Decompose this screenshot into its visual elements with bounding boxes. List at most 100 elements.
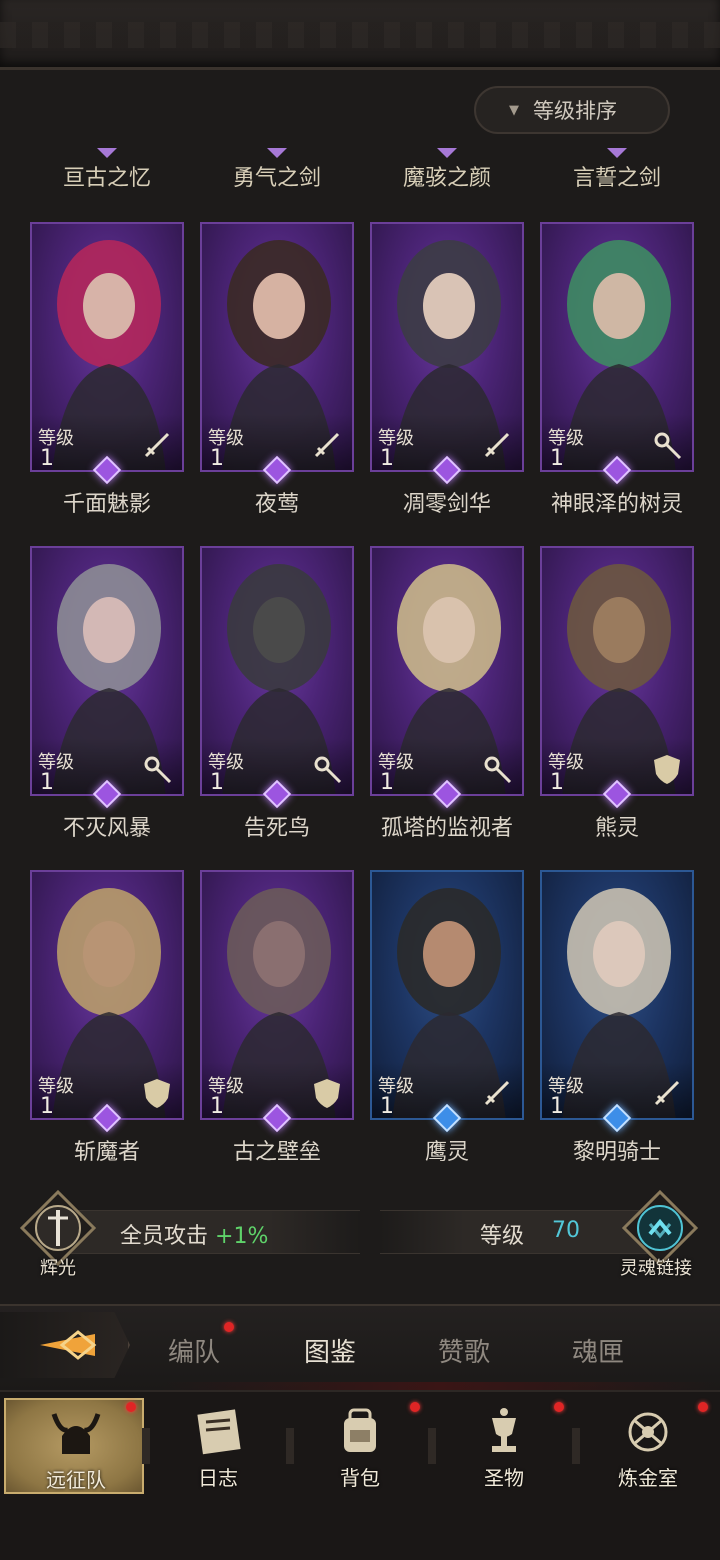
hero-card[interactable]: 等级 1	[30, 870, 184, 1133]
sort-by-level-button[interactable]: ▼ 等级排序	[474, 86, 670, 134]
nav-relics[interactable]: 圣物	[434, 1398, 574, 1494]
shield-icon	[650, 752, 684, 786]
hero-card-frame: 等级 1	[370, 870, 524, 1120]
hero-card-frame: 等级 1	[540, 870, 694, 1120]
hero-card-frame: 等级 1	[30, 546, 184, 796]
top-ornate-border	[0, 0, 720, 70]
expedition-badge	[126, 1402, 136, 1412]
hero-card-frame: 等级 1	[30, 222, 184, 472]
radiance-emblem-label: 辉光	[40, 1258, 76, 1279]
hero-card-frame: 等级 1	[370, 222, 524, 472]
hero-level-value: 1	[210, 446, 224, 471]
triangle-down-icon: ▼	[509, 102, 519, 118]
backpack-icon	[344, 1408, 376, 1452]
hero-name: 告死鸟	[243, 816, 310, 841]
hero-level-value: 1	[550, 446, 564, 471]
nav-journal-label: 日志	[198, 1466, 238, 1490]
tab-hymn[interactable]: 赞歌	[438, 1332, 490, 1369]
hero-card[interactable]: 等级 1	[370, 222, 524, 485]
staff-icon	[140, 752, 174, 786]
hero-card[interactable]: 等级 1	[540, 222, 694, 485]
hero-card[interactable]: 等级 1	[200, 222, 354, 485]
staff-icon	[650, 428, 684, 462]
sword-icon	[480, 428, 514, 462]
hero-level-value: 1	[40, 1094, 54, 1119]
soul-link-emblem-label: 灵魂链接	[620, 1258, 692, 1279]
group-label-2: 勇气之剑	[192, 160, 362, 192]
hero-name: 不灭风暴	[62, 816, 151, 841]
hero-level-value: 1	[40, 770, 54, 795]
attack-text: 全员攻击	[120, 1224, 209, 1249]
hero-card[interactable]: 等级 1	[370, 546, 524, 809]
hero-level-value: 1	[210, 770, 224, 795]
team-bonus-bar: 辉光 全员攻击 +1% 等级 70 灵魂链接	[0, 1189, 720, 1286]
group-label-3: 魔骇之颜	[362, 160, 532, 192]
sword-icon	[650, 1076, 684, 1110]
hero-card-frame: 等级 1	[30, 870, 184, 1120]
hero-name: 千面魅影	[62, 492, 151, 517]
formation-badge	[224, 1322, 234, 1332]
shield-icon	[310, 1076, 344, 1110]
hero-level-value: 1	[550, 1094, 564, 1119]
hero-level-value: 1	[380, 770, 394, 795]
sword-icon	[140, 428, 174, 462]
nav-expedition-label: 远征队	[46, 1468, 106, 1492]
all-attack-bonus: 全员攻击 +1%	[120, 1218, 268, 1250]
attack-value: +1%	[215, 1224, 269, 1249]
tab-formation[interactable]: 编队	[168, 1332, 220, 1369]
hero-card-frame: 等级 1	[540, 222, 694, 472]
nav-alchemy-room[interactable]: 炼金室	[578, 1398, 718, 1494]
hero-card[interactable]: 等级 1	[540, 546, 694, 809]
hero-card-frame: 等级 1	[200, 222, 354, 472]
backpack-badge	[410, 1402, 420, 1412]
alchemy-badge	[698, 1402, 708, 1412]
soul-link-level-label: 等级	[480, 1224, 525, 1249]
hero-name: 神眼泽的树灵	[550, 492, 683, 517]
tab-codex[interactable]: 图鉴	[304, 1332, 356, 1369]
hero-name: 黎明骑士	[572, 1140, 661, 1165]
hero-card[interactable]: 等级 1	[200, 546, 354, 809]
hero-card-frame: 等级 1	[540, 546, 694, 796]
shield-icon	[140, 1076, 174, 1110]
hero-level-value: 1	[380, 446, 394, 471]
sword-icon	[480, 1076, 514, 1110]
nav-backpack-label: 背包	[340, 1466, 380, 1490]
back-arrow-icon	[40, 1330, 97, 1360]
back-button[interactable]	[0, 1312, 130, 1378]
hero-name: 斩魔者	[73, 1140, 140, 1165]
soul-link-level-value: 70	[552, 1218, 580, 1243]
hero-level-value: 1	[550, 770, 564, 795]
scroll-icon	[197, 1409, 241, 1455]
nav-journal[interactable]: 日志	[148, 1398, 288, 1494]
horned-helmet-icon	[51, 1413, 101, 1454]
hero-card[interactable]: 等级 1	[540, 870, 694, 1133]
staff-icon	[480, 752, 514, 786]
tab-soul-box[interactable]: 魂匣	[572, 1332, 624, 1369]
chalice-icon	[492, 1408, 516, 1452]
hero-card-frame: 等级 1	[200, 870, 354, 1120]
nav-relics-label: 圣物	[484, 1466, 524, 1490]
nav-alchemy-room-label: 炼金室	[618, 1466, 678, 1490]
hero-level-value: 1	[40, 446, 54, 471]
hero-name: 夜莺	[254, 492, 299, 517]
sort-button-label: 等级排序	[533, 99, 617, 123]
hero-card[interactable]: 等级 1	[200, 870, 354, 1133]
alchemy-icon	[628, 1412, 668, 1452]
hero-name: 鹰灵	[424, 1140, 469, 1165]
hero-name: 古之壁垒	[232, 1140, 321, 1165]
hero-card-frame: 等级 1	[370, 546, 524, 796]
relics-badge	[554, 1402, 564, 1412]
staff-icon	[310, 752, 344, 786]
sword-icon	[310, 428, 344, 462]
hero-name: 孤塔的监视者	[380, 816, 513, 841]
hero-card[interactable]: 等级 1	[370, 870, 524, 1133]
hero-card[interactable]: 等级 1	[30, 546, 184, 809]
hero-card-frame: 等级 1	[200, 546, 354, 796]
hero-card[interactable]: 等级 1	[30, 222, 184, 485]
group-label-4: 言誓之剑	[532, 160, 702, 192]
hero-level-value: 1	[210, 1094, 224, 1119]
nav-backpack[interactable]: 背包	[290, 1398, 430, 1494]
nav-expedition[interactable]: 远征队	[4, 1398, 144, 1494]
hero-name: 熊灵	[594, 816, 639, 841]
hero-name: 凋零剑华	[402, 492, 491, 517]
